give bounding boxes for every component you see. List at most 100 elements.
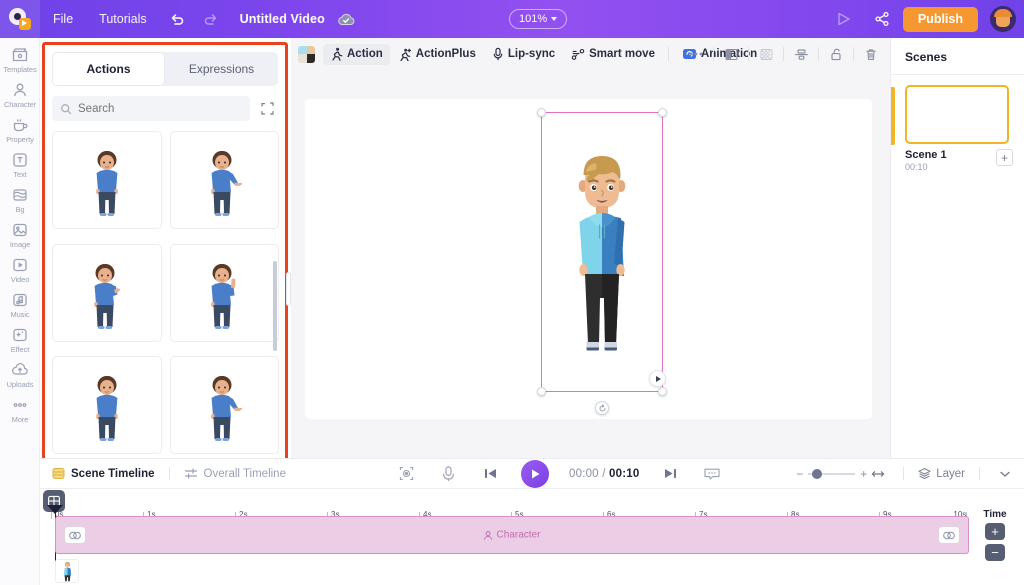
zoom-out-button[interactable]: − xyxy=(796,467,803,481)
action-thumb-2[interactable] xyxy=(169,131,279,229)
menu-tutorials[interactable]: Tutorials xyxy=(86,0,159,38)
flip-icon[interactable] xyxy=(718,41,744,67)
toolbar-lipsync-button[interactable]: Lip-sync xyxy=(485,44,562,65)
track-link-left-icon[interactable] xyxy=(64,526,86,544)
resize-handle-tl[interactable] xyxy=(537,108,546,117)
sidebar-item-bg[interactable]: Bg xyxy=(0,185,40,214)
rotate-handle[interactable] xyxy=(595,401,609,415)
sidebar-item-image[interactable]: Image xyxy=(0,220,40,249)
sidebar-item-effect[interactable]: Effect xyxy=(0,325,40,354)
microphone-icon[interactable] xyxy=(437,463,459,485)
app-logo-button[interactable] xyxy=(0,0,40,38)
scene-thumbnail[interactable] xyxy=(905,85,1009,144)
sidebar-item-property[interactable]: Property xyxy=(0,115,40,144)
fit-width-icon[interactable] xyxy=(867,463,889,485)
panel-search-row xyxy=(52,96,278,121)
preview-play-chip[interactable] xyxy=(649,370,666,387)
layer-label: Layer xyxy=(936,467,965,480)
layers-icon xyxy=(918,467,931,480)
lock-icon[interactable] xyxy=(823,41,849,67)
chevron-down-icon[interactable] xyxy=(994,463,1016,485)
action-thumb-3[interactable] xyxy=(52,243,162,342)
undo-icon[interactable] xyxy=(160,0,194,38)
tab-scene-timeline[interactable]: Scene Timeline xyxy=(52,467,155,480)
track-link-right-icon[interactable] xyxy=(938,526,960,544)
add-scene-button[interactable]: + xyxy=(996,149,1013,166)
sidebar-item-uploads[interactable]: Uploads xyxy=(0,360,40,389)
zoom-slider-knob[interactable] xyxy=(812,468,823,479)
focus-icon[interactable] xyxy=(395,463,417,485)
text-icon xyxy=(11,150,30,169)
character-selection-box[interactable] xyxy=(537,108,667,415)
toolbar-lipsync-label: Lip-sync xyxy=(507,48,556,60)
time-decrease-button[interactable]: − xyxy=(985,544,1005,561)
toolbar-divider-2 xyxy=(713,47,714,61)
toolbar-action-button[interactable]: Action xyxy=(323,43,390,65)
chevron-down-icon xyxy=(551,17,558,21)
action-thumb-4[interactable] xyxy=(169,243,279,342)
align-icon[interactable] xyxy=(788,41,814,67)
publish-button[interactable]: Publish xyxy=(902,6,978,32)
resize-handle-bl[interactable] xyxy=(537,387,546,396)
canvas-toolbar-right xyxy=(683,38,884,70)
timeline-tabs-divider xyxy=(168,467,170,480)
document-title[interactable]: Untitled Video xyxy=(240,12,325,26)
canvas-stage[interactable] xyxy=(305,99,872,419)
color-swatch[interactable] xyxy=(298,45,315,63)
expand-icon[interactable] xyxy=(256,98,278,120)
action-thumb-6[interactable] xyxy=(169,356,279,455)
tab-overall-timeline[interactable]: Overall Timeline xyxy=(184,467,286,480)
sidebar-label-templates: Templates xyxy=(3,65,37,74)
timeline-zoom-slider[interactable]: − + xyxy=(796,467,867,481)
tab-actions[interactable]: Actions xyxy=(52,52,165,86)
transparency-icon[interactable] xyxy=(753,41,779,67)
character-pose-present-right xyxy=(211,151,243,216)
scene-meta-text: Scene 1 00:10 xyxy=(905,149,947,172)
tab-expressions[interactable]: Expressions xyxy=(165,52,278,86)
time-increase-button[interactable]: + xyxy=(985,523,1005,540)
effect-icon xyxy=(11,325,30,344)
toolbar-action-label: Action xyxy=(347,48,383,60)
more-options-icon[interactable] xyxy=(683,41,709,67)
zoom-in-button[interactable]: + xyxy=(860,467,867,481)
character-layer-thumb[interactable] xyxy=(55,559,79,583)
play-button[interactable] xyxy=(521,459,549,488)
skip-previous-icon[interactable] xyxy=(479,463,501,485)
action-icon xyxy=(330,47,343,61)
app-root: File Tutorials Untitled Video 101% Publi… xyxy=(0,0,1024,585)
panel-scrollbar[interactable] xyxy=(273,261,277,351)
sidebar-item-templates[interactable]: Templates xyxy=(0,45,40,74)
sidebar-item-music[interactable]: Music xyxy=(0,290,40,319)
action-thumb-5[interactable] xyxy=(52,356,162,455)
search-box[interactable] xyxy=(52,96,250,121)
menu-file[interactable]: File xyxy=(40,0,86,38)
scene-timeline-label: Scene Timeline xyxy=(71,467,155,480)
sidebar-item-video[interactable]: Video xyxy=(0,255,40,284)
sidebar-item-character[interactable]: Character xyxy=(0,80,40,109)
zoom-slider-track[interactable] xyxy=(808,468,856,479)
caption-icon[interactable] xyxy=(701,463,723,485)
action-plus-icon xyxy=(399,47,412,61)
resize-handle-br[interactable] xyxy=(658,387,667,396)
canvas-toolbar: Action ActionPlus Lip-sync Smart move xyxy=(291,38,890,70)
sidebar-item-more[interactable]: More xyxy=(0,395,40,424)
action-thumb-1[interactable] xyxy=(52,131,162,229)
zoom-level-selector[interactable]: 101% xyxy=(509,9,568,29)
skip-next-icon[interactable] xyxy=(659,463,681,485)
toolbar-actionplus-button[interactable]: ActionPlus xyxy=(392,44,483,65)
search-input[interactable] xyxy=(78,102,242,115)
toolbar-smartmove-button[interactable]: Smart move xyxy=(564,44,662,65)
preview-play-icon[interactable] xyxy=(827,0,861,38)
property-icon xyxy=(11,115,30,134)
layer-button[interactable]: Layer xyxy=(918,467,965,480)
timeline-track-character[interactable]: Character xyxy=(55,516,969,554)
sidebar-item-text[interactable]: Text xyxy=(0,150,40,179)
delete-icon[interactable] xyxy=(858,41,884,67)
resize-handle-tr[interactable] xyxy=(658,108,667,117)
toolbar-smartmove-label: Smart move xyxy=(589,48,655,60)
redo-icon[interactable] xyxy=(194,0,228,38)
avatar[interactable] xyxy=(990,6,1016,32)
sidebar-label-bg-text: Text xyxy=(13,170,27,179)
share-icon[interactable] xyxy=(865,0,899,38)
search-icon xyxy=(60,103,72,115)
